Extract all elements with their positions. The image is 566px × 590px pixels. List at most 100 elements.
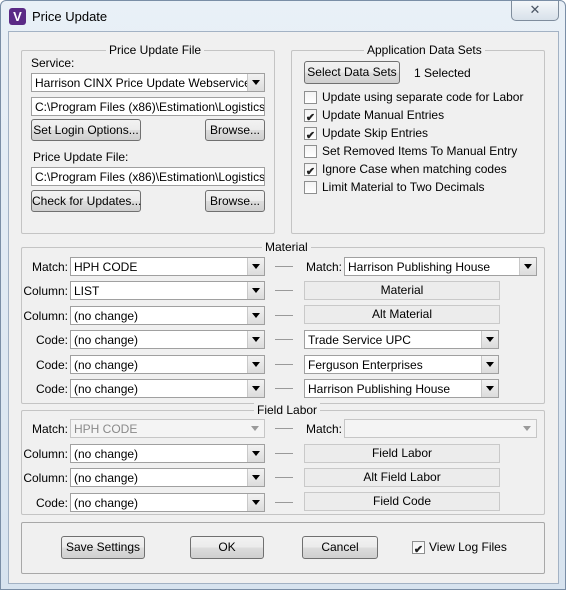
labor-target-match-label: Match:: [305, 422, 342, 436]
chevron-down-icon[interactable]: [247, 494, 264, 511]
connector-line: [275, 290, 293, 291]
material-code3-select[interactable]: (no change): [70, 379, 265, 398]
checkmark-icon: ✔: [305, 130, 316, 142]
material-alt-column-value: (no change): [74, 309, 139, 323]
service-select-value: Harrison CINX Price Update Webservice: [35, 76, 251, 90]
chevron-down-icon[interactable]: [247, 307, 264, 324]
chevron-down-icon[interactable]: [481, 356, 498, 373]
material-code2-label: Code:: [35, 358, 68, 372]
chevron-down-icon[interactable]: [247, 331, 264, 348]
material-code2-target-value: Ferguson Enterprises: [308, 358, 423, 372]
application-data-sets-group-label: Application Data Sets: [364, 43, 485, 57]
labor-column-label: Column:: [23, 447, 68, 461]
title-bar[interactable]: V Price Update ✕: [1, 1, 565, 31]
option-checkbox-limit-two-decimals[interactable]: [304, 181, 317, 194]
chevron-down-icon[interactable]: [247, 445, 264, 462]
service-select[interactable]: Harrison CINX Price Update Webservice: [31, 73, 265, 92]
material-code2-value: (no change): [74, 358, 139, 372]
chevron-down-icon[interactable]: [247, 74, 264, 91]
chevron-down-icon[interactable]: [519, 420, 536, 437]
option-checkbox-ignore-case[interactable]: ✔: [304, 163, 317, 178]
ok-button[interactable]: OK: [190, 536, 264, 559]
option-checkbox-update-skip-entries[interactable]: ✔: [304, 127, 317, 142]
option-label: Limit Material to Two Decimals: [322, 180, 485, 194]
labor-code-select[interactable]: (no change): [70, 493, 265, 512]
option-checkbox-set-removed-items[interactable]: [304, 145, 317, 158]
browse-service-button[interactable]: Browse...: [205, 119, 265, 141]
cancel-button[interactable]: Cancel: [302, 536, 378, 559]
material-code2-target-select[interactable]: Ferguson Enterprises: [304, 355, 499, 374]
window-title: Price Update: [32, 9, 108, 24]
labor-code-label: Code:: [35, 496, 68, 510]
labor-alt-column-label: Column:: [23, 471, 68, 485]
view-log-files-checkbox[interactable]: ✔: [412, 541, 425, 556]
checkmark-icon: ✔: [413, 544, 424, 556]
checkmark-icon: ✔: [305, 112, 316, 124]
material-match-value: HPH CODE: [74, 260, 138, 274]
material-code3-value: (no change): [74, 382, 139, 396]
material-code3-target-select[interactable]: Harrison Publishing House: [304, 379, 499, 398]
browse-file-button[interactable]: Browse...: [205, 190, 265, 212]
material-code3-label: Code:: [35, 382, 68, 396]
field-code-target-field: Field Code: [304, 492, 500, 511]
labor-match-label: Match:: [31, 422, 68, 436]
field-labor-group-label: Field Labor: [254, 403, 321, 417]
material-alt-column-label: Column:: [23, 309, 68, 323]
material-group-label: Material: [262, 240, 311, 254]
material-alt-column-select[interactable]: (no change): [70, 306, 265, 325]
chevron-down-icon[interactable]: [247, 380, 264, 397]
material-code1-target-select[interactable]: Trade Service UPC: [304, 330, 499, 349]
material-column-value: LIST: [74, 284, 100, 298]
price-update-file-group-label: Price Update File: [106, 43, 205, 57]
connector-line: [275, 428, 293, 429]
material-match-select[interactable]: HPH CODE: [70, 257, 265, 276]
material-target-match-value: Harrison Publishing House: [348, 260, 491, 274]
material-column-select[interactable]: LIST: [70, 281, 265, 300]
footer-group: Save Settings OK Cancel ✔ View Log Files: [21, 522, 545, 574]
connector-line: [275, 315, 293, 316]
material-target-match-select[interactable]: Harrison Publishing House: [344, 257, 537, 276]
material-group: Material Match: HPH CODE Match: Harrison…: [21, 240, 545, 404]
alt-field-labor-target-field: Alt Field Labor: [304, 468, 500, 487]
field-labor-group: Field Labor Match: HPH CODE Match: Colum…: [21, 403, 545, 515]
price-update-window: V Price Update ✕ Price Update File Servi…: [0, 0, 566, 590]
connector-line: [275, 266, 293, 267]
chevron-down-icon[interactable]: [247, 258, 264, 275]
connector-line: [275, 388, 293, 389]
price-update-file-group: Price Update File Service: Harrison CINX…: [21, 43, 275, 234]
labor-match-select[interactable]: HPH CODE: [70, 419, 265, 438]
option-checkbox-update-manual-entries[interactable]: ✔: [304, 109, 317, 124]
chevron-down-icon[interactable]: [481, 380, 498, 397]
labor-match-value: HPH CODE: [74, 422, 138, 436]
save-settings-button[interactable]: Save Settings: [61, 536, 145, 559]
labor-column-value: (no change): [74, 447, 139, 461]
chevron-down-icon[interactable]: [247, 282, 264, 299]
view-log-files-label: View Log Files: [429, 540, 507, 554]
option-label: Update Manual Entries: [322, 108, 445, 122]
select-data-sets-button[interactable]: Select Data Sets: [304, 61, 400, 84]
close-button[interactable]: ✕: [511, 1, 559, 21]
check-for-updates-button[interactable]: Check for Updates...: [31, 190, 141, 212]
chevron-down-icon[interactable]: [481, 331, 498, 348]
labor-column-select[interactable]: (no change): [70, 444, 265, 463]
price-update-file-path-field[interactable]: C:\Program Files (x86)\Estimation\Logist…: [31, 167, 265, 186]
set-login-options-button[interactable]: Set Login Options...: [31, 119, 141, 141]
service-path-value: C:\Program Files (x86)\Estimation\Logist…: [35, 100, 265, 114]
checkmark-icon: ✔: [305, 166, 316, 178]
connector-line: [275, 502, 293, 503]
option-checkbox-separate-labor-code[interactable]: [304, 91, 317, 104]
material-code2-select[interactable]: (no change): [70, 355, 265, 374]
chevron-down-icon[interactable]: [247, 420, 264, 437]
chevron-down-icon[interactable]: [519, 258, 536, 275]
option-label: Set Removed Items To Manual Entry: [322, 144, 518, 158]
service-path-field[interactable]: C:\Program Files (x86)\Estimation\Logist…: [31, 97, 265, 116]
labor-target-match-select[interactable]: [344, 419, 537, 438]
material-column-label: Column:: [23, 284, 68, 298]
chevron-down-icon[interactable]: [247, 356, 264, 373]
chevron-down-icon[interactable]: [247, 469, 264, 486]
field-labor-target-field: Field Labor: [304, 444, 500, 463]
labor-alt-column-select[interactable]: (no change): [70, 468, 265, 487]
price-update-file-path-value: C:\Program Files (x86)\Estimation\Logist…: [35, 170, 265, 184]
selected-count: 1 Selected: [414, 66, 471, 80]
material-code1-select[interactable]: (no change): [70, 330, 265, 349]
